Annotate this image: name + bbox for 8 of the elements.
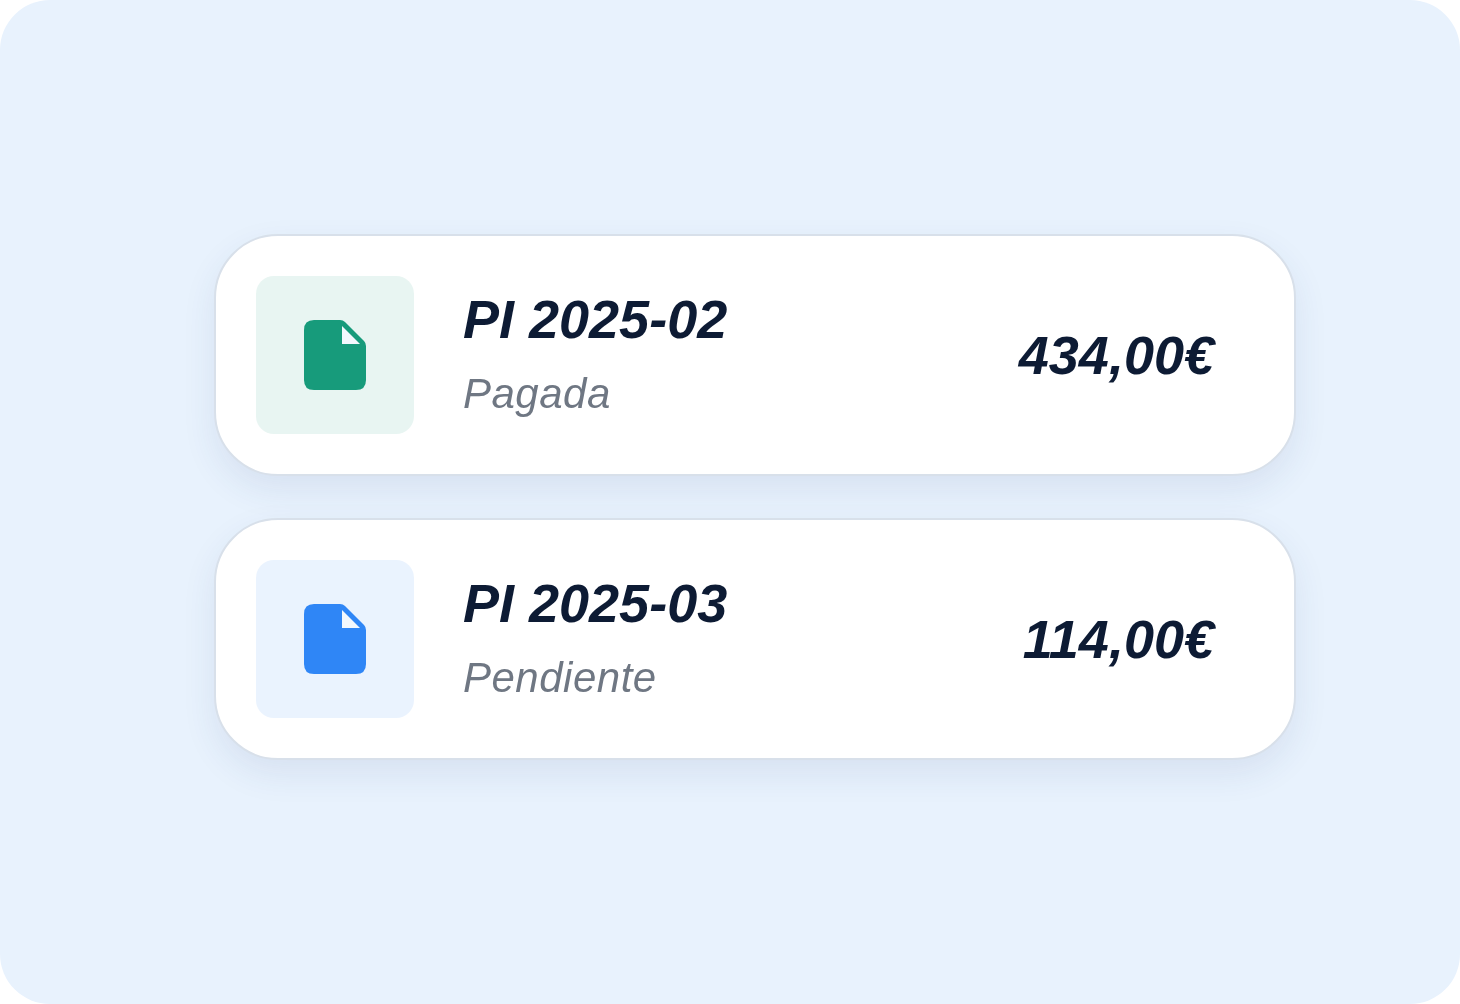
invoice-number: PI 2025-03 [463,576,728,630]
invoice-amount: 114,00€ [1022,609,1214,669]
invoice-amount: 434,00€ [1018,325,1214,385]
invoice-card[interactable]: PI 2025-03 Pendiente 114,00€ [214,518,1296,760]
invoice-number: PI 2025-02 [463,292,728,346]
invoice-status: Pagada [463,370,611,418]
invoice-card[interactable]: PI 2025-02 Pagada 434,00€ [214,234,1296,476]
invoice-status: Pendiente [463,654,657,702]
